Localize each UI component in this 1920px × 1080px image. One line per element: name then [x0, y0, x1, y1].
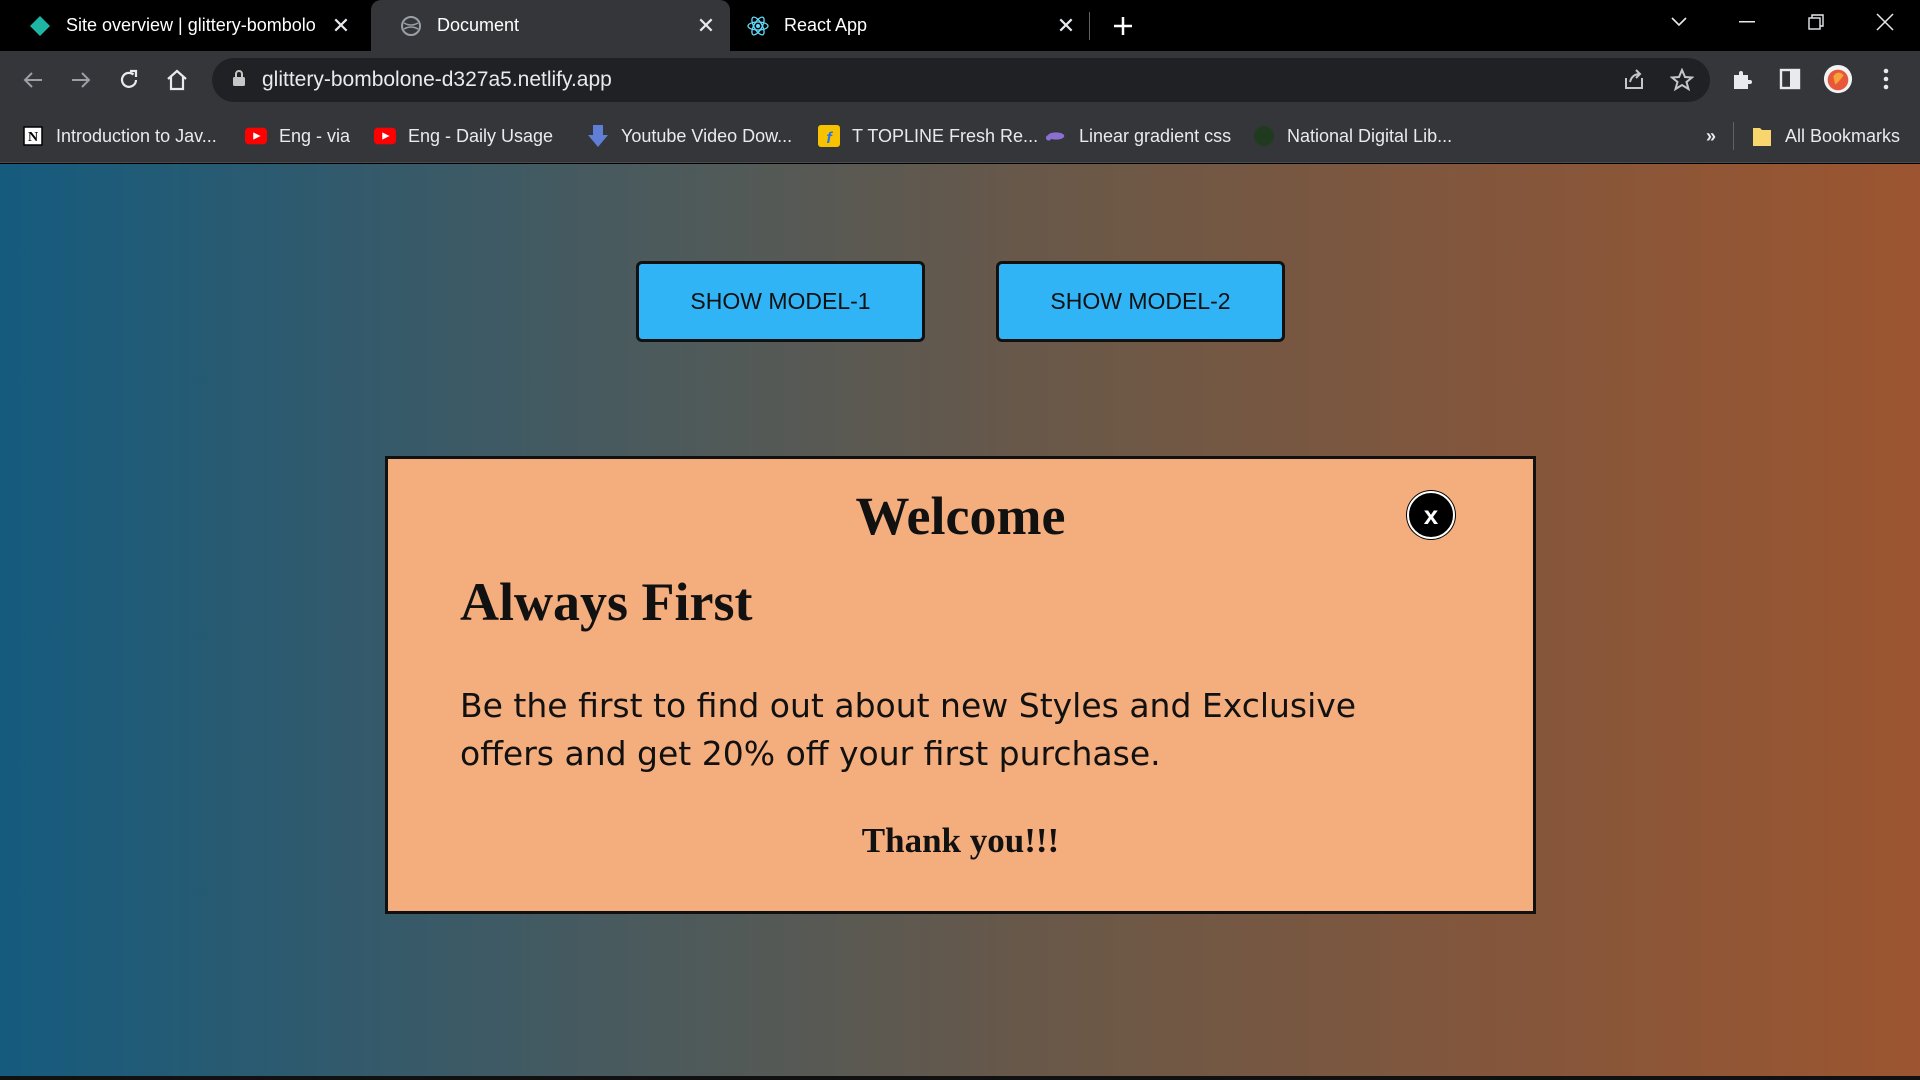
youtube-icon	[374, 125, 396, 147]
react-icon	[746, 14, 770, 38]
bookmark-label: Youtube Video Dow...	[621, 125, 793, 146]
restore-icon[interactable]	[1783, 0, 1849, 44]
tab-title: React App	[784, 15, 868, 35]
address-bar[interactable]: glittery-bombolone-d327a5.netlify.app	[212, 58, 1710, 102]
close-icon[interactable]: ✕	[1052, 12, 1080, 40]
url-text: glittery-bombolone-d327a5.netlify.app	[262, 68, 612, 91]
netlify-icon	[28, 14, 52, 38]
side-panel-icon[interactable]	[1775, 64, 1805, 94]
bookmark-item[interactable]: National Digital Lib...	[1253, 122, 1452, 150]
tab-document[interactable]: Document ✕	[371, 0, 730, 51]
tab-search-icon[interactable]	[1646, 0, 1712, 44]
minimize-icon[interactable]	[1714, 0, 1780, 44]
home-icon[interactable]	[159, 62, 195, 98]
close-icon[interactable]: ✕	[692, 12, 720, 40]
back-icon[interactable]	[15, 62, 51, 98]
globe-icon	[1253, 125, 1275, 147]
flipkart-icon: f	[818, 125, 840, 147]
forward-icon[interactable]	[63, 62, 99, 98]
bookmark-item[interactable]: Youtube Video Dow...	[587, 122, 792, 150]
modal-heading: Always First	[460, 572, 753, 632]
modal-thanks: Thank you!!!	[861, 821, 1060, 860]
bookmark-item[interactable]: Eng - via	[245, 122, 350, 150]
bookmark-label: Eng - Daily Usage	[408, 125, 554, 146]
window-close-icon[interactable]	[1852, 0, 1918, 44]
bookmark-item[interactable]: N Introduction to Jav...	[22, 122, 217, 150]
download-icon	[587, 125, 609, 147]
bookmark-label: Linear gradient css	[1079, 125, 1232, 146]
share-icon[interactable]	[1622, 68, 1646, 92]
page-content: SHOW MODEL-1 SHOW MODEL-2 Welcome x Alwa…	[0, 164, 1920, 1080]
reload-icon[interactable]	[111, 62, 147, 98]
bookmark-label: Eng - via	[279, 125, 351, 146]
tab-title: Document	[437, 15, 520, 35]
bookmark-label: T TOPLINE Fresh Re...	[852, 125, 1039, 146]
tab-title: Site overview | glittery-bombolo	[66, 15, 316, 35]
youtube-icon	[245, 125, 267, 147]
show-model-1-button[interactable]: SHOW MODEL-1	[636, 261, 925, 342]
bookmark-item[interactable]: Linear gradient css	[1045, 122, 1231, 150]
tab-strip: Site overview | glittery-bombolo ✕ Docum…	[0, 0, 1920, 51]
bookmarks-overflow-button[interactable]: »	[1706, 122, 1716, 150]
bookmarks-bar: N Introduction to Jav... Eng - via Eng -…	[0, 109, 1920, 163]
close-icon[interactable]: x	[1407, 491, 1455, 539]
bookmark-label: All Bookmarks	[1785, 125, 1901, 146]
tab-site-overview[interactable]: Site overview | glittery-bombolo ✕	[0, 0, 365, 51]
bookmark-item[interactable]: f T TOPLINE Fresh Re...	[818, 122, 1038, 150]
bookmark-item[interactable]: Eng - Daily Usage	[374, 122, 553, 150]
bookmark-label: Introduction to Jav...	[56, 125, 217, 146]
bookmark-label: National Digital Lib...	[1287, 125, 1453, 146]
svg-text:N: N	[28, 130, 38, 145]
close-icon[interactable]: ✕	[327, 12, 355, 40]
modal-title: Welcome	[855, 486, 1066, 546]
menu-icon[interactable]	[1871, 64, 1901, 94]
notion-icon: N	[22, 125, 44, 147]
browser-toolbar: glittery-bombolone-d327a5.netlify.app	[0, 51, 1920, 109]
avatar[interactable]	[1823, 64, 1853, 94]
all-bookmarks-button[interactable]: All Bookmarks	[1751, 122, 1900, 150]
tab-separator	[1089, 12, 1090, 40]
link-icon	[1045, 125, 1067, 147]
show-model-2-button[interactable]: SHOW MODEL-2	[996, 261, 1285, 342]
bookmark-star-icon[interactable]	[1669, 67, 1695, 92]
tab-react-app[interactable]: React App ✕	[730, 0, 1090, 51]
welcome-modal: Welcome x Always First Be the first to f…	[385, 456, 1536, 914]
modal-body-text: Be the first to find out about new Style…	[460, 686, 1357, 773]
bookmarks-separator	[1733, 122, 1734, 150]
new-tab-icon[interactable]	[1105, 8, 1141, 44]
globe-icon	[399, 14, 423, 38]
folder-icon	[1751, 125, 1773, 147]
page-bottom-border	[0, 1076, 1920, 1080]
extensions-icon[interactable]	[1727, 64, 1757, 94]
lock-icon[interactable]	[232, 69, 246, 92]
